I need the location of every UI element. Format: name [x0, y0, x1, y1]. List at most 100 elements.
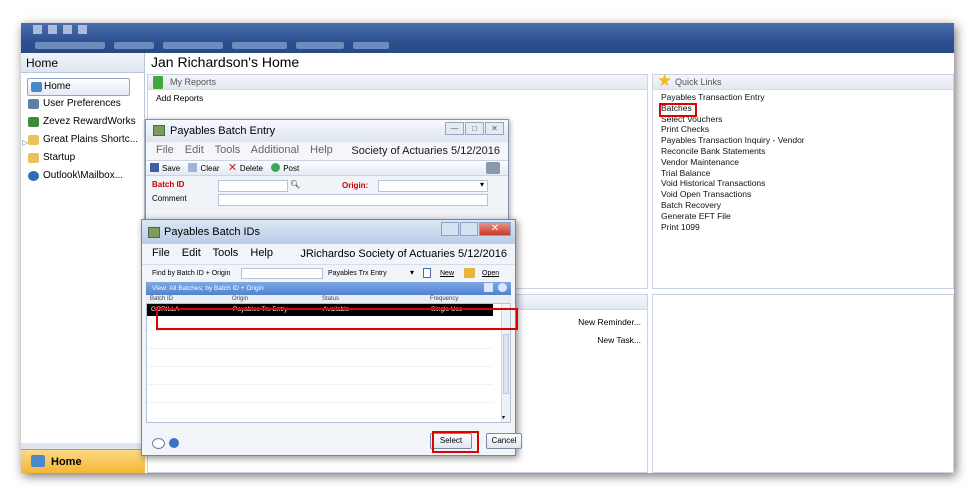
quick-link[interactable]: Select Vouchers	[661, 114, 953, 125]
open-button[interactable]: Open	[482, 270, 499, 277]
delete-label: Delete	[239, 164, 263, 173]
save-label: Save	[162, 164, 181, 173]
nav-item-outlook[interactable]: Outlook\Mailbox...	[21, 168, 144, 186]
delete-icon: ✕	[227, 162, 238, 174]
nav-item-label: Zevez RewardWorks	[43, 116, 136, 127]
nav-item-great-plains-shortcuts[interactable]: ▷ Great Plains Shortc...	[21, 132, 144, 150]
grid-header: Batch ID Origin Status Frequency	[146, 295, 511, 303]
quick-link[interactable]: Print 1099	[661, 222, 953, 233]
column-batch-id[interactable]: Batch ID	[150, 296, 173, 302]
new-document-icon[interactable]	[423, 268, 431, 278]
batch-ids-title-bar: Payables Batch IDs ✕	[142, 220, 515, 244]
nav-item-label: Home	[44, 81, 71, 92]
comment-row: Comment	[152, 194, 502, 208]
quick-link[interactable]: Print Checks	[661, 124, 953, 135]
cancel-button[interactable]: Cancel	[486, 433, 522, 449]
quick-access-toolbar[interactable]	[33, 25, 93, 37]
batch-entry-toolbar: Save Clear ✕ Delete Post	[146, 160, 508, 176]
batch-entry-title: Payables Batch Entry	[170, 125, 276, 137]
printer-icon[interactable]	[486, 162, 500, 174]
origin-dropdown[interactable]: ▾	[378, 180, 488, 192]
scroll-down-icon[interactable]: ▾	[502, 414, 505, 421]
menu-file[interactable]: File	[156, 144, 174, 156]
find-row: Find by Batch ID + Origin Payables Trx E…	[142, 264, 515, 282]
nav-item-home[interactable]: Home	[27, 78, 130, 96]
quick-link-batches[interactable]: Batches	[661, 103, 953, 114]
view-label: View: All Batches; by Batch ID + Origin	[152, 285, 264, 292]
save-button[interactable]: Save	[150, 163, 181, 173]
app-title-bar	[21, 23, 954, 53]
batch-ids-title: Payables Batch IDs	[164, 226, 260, 238]
home-icon	[31, 82, 42, 92]
menu-help[interactable]: Help	[250, 247, 273, 259]
view-bar[interactable]: View: All Batches; by Batch ID + Origin	[146, 282, 511, 295]
post-button[interactable]: Post	[271, 163, 300, 173]
quick-links-list: Payables Transaction Entry Batches Selec…	[653, 90, 953, 232]
maximize-button[interactable]	[460, 222, 478, 236]
quick-link[interactable]: Generate EFT File	[661, 211, 953, 222]
menu-help[interactable]: Help	[310, 144, 333, 156]
open-folder-icon[interactable]	[464, 268, 475, 278]
new-reminder-link[interactable]: New Reminder...	[578, 317, 641, 327]
folder-icon	[28, 135, 39, 145]
clear-icon	[188, 163, 198, 172]
folder-icon	[28, 153, 39, 163]
quick-link[interactable]: Payables Transaction Inquiry - Vendor	[661, 135, 953, 146]
batch-ids-menu-bar: File Edit Tools Help JRichardso Society …	[142, 244, 515, 264]
column-status[interactable]: Status	[322, 296, 339, 302]
post-label: Post	[283, 164, 300, 173]
nav-home-button[interactable]: Home	[21, 449, 145, 473]
window-icon	[148, 227, 160, 238]
options-icon[interactable]	[498, 283, 507, 292]
origin-dropdown[interactable]: Payables Trx Entry	[328, 270, 387, 277]
comment-field[interactable]	[218, 194, 488, 206]
dropdown-arrow-icon: ▾	[479, 180, 484, 189]
quick-link[interactable]: Payables Transaction Entry	[661, 92, 953, 103]
quick-link[interactable]: Void Historical Transactions	[661, 178, 953, 189]
find-input[interactable]	[241, 268, 323, 279]
nav-item-label: Outlook\Mailbox...	[43, 170, 124, 181]
delete-button[interactable]: ✕ Delete	[227, 162, 263, 174]
dropdown-arrow-icon[interactable]: ▾	[410, 268, 414, 277]
refresh-icon[interactable]	[484, 283, 493, 292]
menu-tools[interactable]: Tools	[213, 247, 239, 259]
app-menu-strip[interactable]	[35, 40, 535, 50]
help-icon[interactable]	[169, 438, 179, 448]
nav-item-rewardworks[interactable]: Zevez RewardWorks	[21, 114, 144, 132]
new-button[interactable]: New	[440, 270, 454, 277]
minimize-button[interactable]	[441, 222, 459, 236]
my-reports-header: My Reports	[148, 75, 647, 90]
quick-link[interactable]: Trial Balance	[661, 168, 953, 179]
quick-link[interactable]: Batch Recovery	[661, 200, 953, 211]
menu-edit[interactable]: Edit	[182, 247, 201, 259]
comment-label: Comment	[152, 194, 187, 203]
column-frequency[interactable]: Frequency	[430, 296, 458, 302]
grid-line	[147, 366, 493, 367]
batches-highlight	[659, 103, 697, 117]
nav-item-user-preferences[interactable]: User Preferences	[21, 96, 144, 114]
navigation-pane: Home Home User Preferences Zevez RewardW…	[21, 53, 145, 473]
quick-link[interactable]: Reconcile Bank Statements	[661, 146, 953, 157]
batch-id-field[interactable]	[218, 180, 288, 192]
quick-links-title: Quick Links	[675, 77, 722, 87]
new-task-link[interactable]: New Task...	[597, 335, 641, 345]
menu-edit[interactable]: Edit	[185, 144, 204, 156]
menu-tools[interactable]: Tools	[215, 144, 241, 156]
lookup-icon[interactable]: 🔍︎	[290, 180, 300, 189]
quick-link[interactable]: Void Open Transactions	[661, 189, 953, 200]
close-button[interactable]: ✕	[485, 122, 504, 135]
nav-item-startup[interactable]: Startup	[21, 150, 144, 168]
menu-additional[interactable]: Additional	[251, 144, 299, 156]
menu-file[interactable]: File	[152, 247, 170, 259]
scrollbar-thumb[interactable]	[503, 334, 509, 394]
maximize-button[interactable]: □	[465, 122, 484, 135]
save-icon	[150, 163, 159, 172]
company-date: Society of Actuaries 5/12/2016	[351, 145, 500, 157]
add-reports-link[interactable]: Add Reports	[148, 90, 647, 103]
close-button[interactable]: ✕	[479, 222, 511, 236]
column-origin[interactable]: Origin	[232, 296, 248, 302]
note-icon[interactable]	[152, 438, 165, 449]
minimize-button[interactable]: —	[445, 122, 464, 135]
quick-link[interactable]: Vendor Maintenance	[661, 157, 953, 168]
clear-button[interactable]: Clear	[188, 163, 220, 173]
